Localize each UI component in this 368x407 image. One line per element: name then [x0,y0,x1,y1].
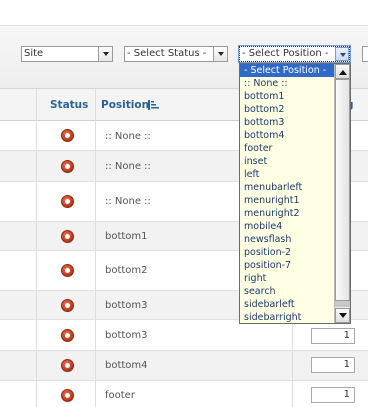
table-row: bottom4 1 [0,351,368,381]
site-filter-select[interactable]: Site [21,46,113,62]
row-position: bottom4 [105,360,148,371]
sort-ascending-icon[interactable] [148,100,160,110]
scroll-up-icon[interactable] [335,64,350,79]
table-row: footer 1 [0,381,368,407]
ordering-input[interactable]: 1 [311,328,355,344]
position-filter-select[interactable]: - Select Position - [238,45,351,63]
row-position: :: None :: [105,131,151,142]
row-position: :: None :: [105,161,151,172]
status-published-icon[interactable] [61,129,74,142]
position-column-header[interactable]: Position [101,99,149,111]
ordering-input[interactable]: 1 [311,387,355,403]
column-divider [95,89,96,407]
column-divider [36,89,37,407]
position-filter-value: - Select Position - [242,48,329,59]
row-position: :: None :: [105,196,151,207]
status-published-icon[interactable] [61,230,74,243]
position-dropdown-list[interactable]: - Select Position - :: None :: bottom1 b… [239,63,351,324]
status-published-icon[interactable] [61,329,74,342]
chevron-down-icon[interactable] [98,47,112,61]
status-filter-value: - Select Status - [127,48,207,59]
dropdown-scrollbar[interactable] [334,64,350,323]
site-filter-value: Site [24,48,44,59]
chevron-down-icon[interactable] [335,47,349,61]
extra-filter-select[interactable] [362,46,368,62]
status-published-icon[interactable] [61,264,74,277]
table-row: bottom3 1 [0,320,368,351]
row-position: footer [105,390,135,401]
row-position: bottom3 [105,300,148,311]
ordering-input[interactable]: 1 [311,357,355,373]
status-filter-select[interactable]: - Select Status - [124,46,228,62]
status-published-icon[interactable] [61,359,74,372]
row-position: bottom3 [105,330,148,341]
status-published-icon[interactable] [61,389,74,402]
scroll-down-icon[interactable] [335,308,350,323]
chevron-down-icon[interactable] [213,47,227,61]
row-position: bottom2 [105,265,148,276]
scrollbar-track[interactable] [335,301,350,307]
status-published-icon[interactable] [61,160,74,173]
toolbar-strip [0,0,368,26]
row-position: bottom1 [105,231,148,242]
scrollbar-thumb[interactable] [335,79,350,301]
status-column-header[interactable]: Status [50,99,88,111]
status-published-icon[interactable] [61,195,74,208]
status-published-icon[interactable] [61,299,74,312]
